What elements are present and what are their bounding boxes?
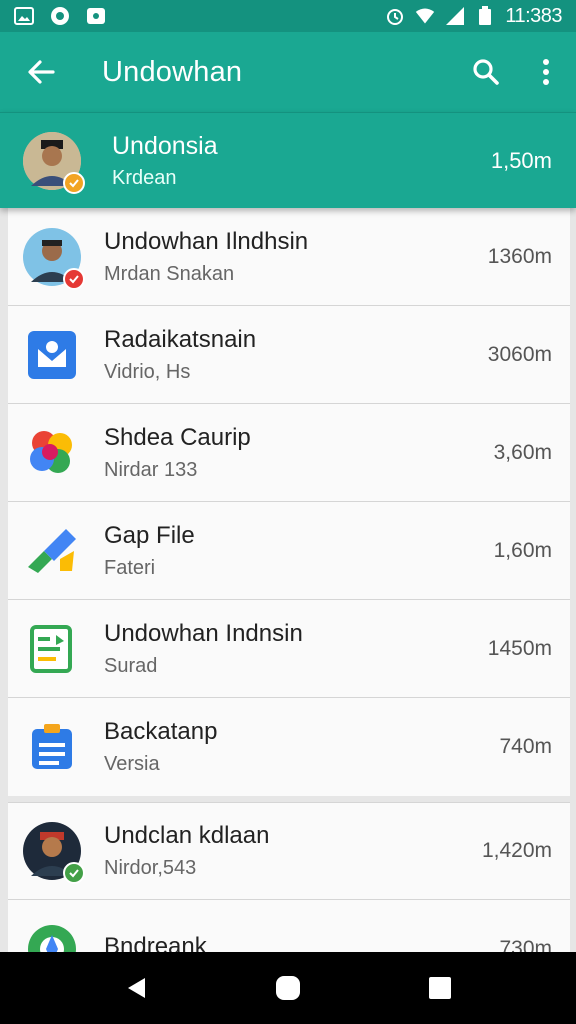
- selected-list-item[interactable]: Undonsia Krdean 1,50m: [0, 112, 576, 208]
- triangle-back-icon: [128, 978, 145, 998]
- item-title: Shdea Caurip: [104, 423, 251, 451]
- item-title: Bndreank: [104, 932, 207, 953]
- nav-home-button[interactable]: [248, 952, 328, 1024]
- selected-item-subtitle: Krdean: [112, 166, 177, 189]
- nav-back-button[interactable]: [96, 952, 176, 1024]
- back-button[interactable]: [0, 32, 82, 112]
- app-bar: Undowhan: [0, 32, 576, 112]
- item-subtitle: Surad: [104, 654, 158, 677]
- search-icon: [473, 59, 499, 85]
- signal-icon: [445, 7, 465, 25]
- sync-notification-icon: [50, 7, 70, 25]
- item-meta: 1,60m: [493, 538, 552, 562]
- nav-recents-button[interactable]: [400, 952, 480, 1024]
- list-item[interactable]: Undclan kdlaan Nirdor,543 1,420m: [8, 802, 570, 900]
- item-title: Undclan kdlaan: [104, 822, 270, 849]
- item-meta: 3,60m: [493, 440, 552, 464]
- person-avatar-icon: [23, 227, 85, 290]
- item-subtitle: Fateri: [104, 556, 156, 579]
- item-subtitle: Nirdor,543: [104, 857, 197, 879]
- list-item[interactable]: Undowhan Indnsin Surad 1450m: [8, 600, 570, 698]
- item-list: Undowhan Ilndhsin Mrdan Snakan 1360m Rad…: [8, 208, 570, 952]
- message-notification-icon: [86, 7, 106, 25]
- clipboard-app-icon: [26, 721, 78, 773]
- item-title: Gap File: [104, 521, 195, 549]
- list-item[interactable]: Undowhan Ilndhsin Mrdan Snakan 1360m: [8, 208, 570, 306]
- status-bar: 11:383: [0, 0, 576, 32]
- status-badge-icon: [63, 267, 85, 290]
- item-subtitle: Vidrio, Hs: [104, 360, 191, 383]
- search-button[interactable]: [456, 32, 516, 112]
- person-avatar-icon: [23, 822, 85, 884]
- selected-item-title: Undonsia: [112, 131, 218, 160]
- list-item[interactable]: Backatanp Versia 740m: [8, 698, 570, 796]
- item-title: Undowhan Ilndhsin: [104, 227, 309, 255]
- list-item[interactable]: Bndreank 730m: [8, 900, 570, 952]
- list-item[interactable]: Gap File Fateri 1,60m: [8, 502, 570, 600]
- mail-app-icon: [26, 329, 78, 381]
- item-title: Radaikatsnain: [104, 325, 257, 353]
- list-item[interactable]: Radaikatsnain Vidrio, Hs 3060m: [8, 306, 570, 404]
- arrow-back-icon: [28, 60, 55, 84]
- item-subtitle: Nirdar 133: [104, 458, 198, 481]
- maps-app-icon: [24, 921, 80, 952]
- alarm-icon: [385, 7, 405, 25]
- recents-square-icon: [429, 977, 451, 999]
- item-meta: 1360m: [487, 244, 552, 268]
- page-title: Undowhan: [102, 55, 243, 88]
- item-meta: 1,420m: [481, 839, 552, 862]
- item-subtitle: Mrdan Snakan: [104, 262, 235, 285]
- person-avatar-icon: [23, 131, 85, 194]
- item-meta: 3060m: [487, 342, 552, 366]
- list-item[interactable]: Shdea Caurip Nirdar 133 3,60m: [8, 404, 570, 502]
- sheet-app-icon: [26, 623, 78, 675]
- wifi-icon: [415, 7, 435, 25]
- verified-badge-icon: [63, 171, 85, 194]
- clock-time: 11:383: [505, 4, 562, 27]
- system-nav-bar: [0, 952, 576, 1024]
- item-subtitle: Versia: [104, 753, 160, 775]
- home-circle-icon: [276, 976, 300, 1000]
- drive-app-icon: [24, 523, 80, 579]
- item-meta: 730m: [499, 936, 552, 953]
- selected-item-meta: 1,50m: [490, 147, 552, 173]
- item-meta: 1450m: [487, 636, 552, 660]
- more-options-button[interactable]: [516, 32, 576, 112]
- photos-app-icon: [24, 425, 80, 481]
- item-title: Undowhan Indnsin: [104, 619, 303, 647]
- item-title: Backatanp: [104, 718, 218, 745]
- item-meta: 740m: [499, 735, 552, 758]
- online-badge-icon: [63, 862, 85, 884]
- more-vert-icon: [543, 59, 549, 85]
- battery-icon: [475, 6, 495, 25]
- image-notification-icon: [14, 7, 34, 25]
